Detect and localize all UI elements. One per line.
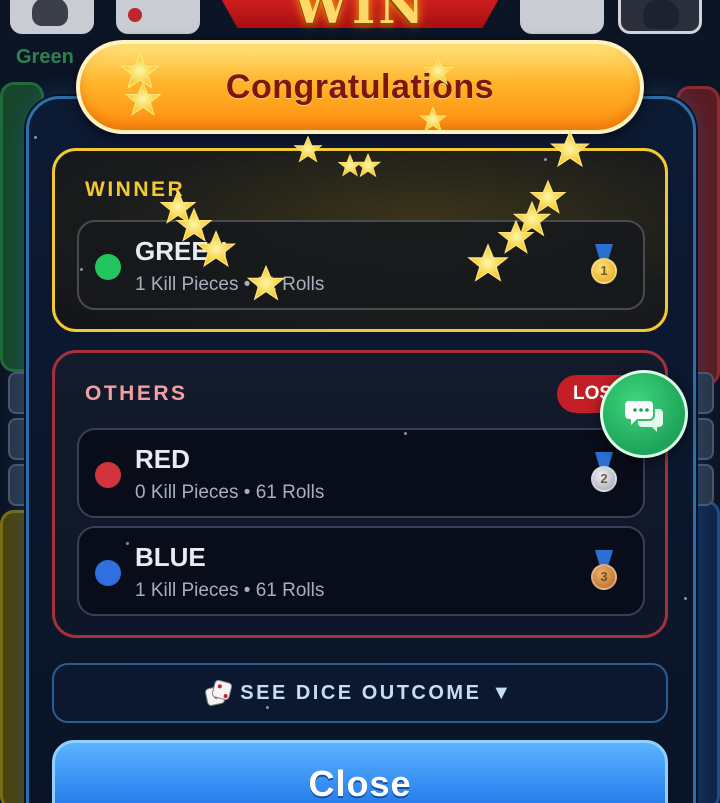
player-card-red-top xyxy=(116,0,200,34)
player-color-dot-red xyxy=(95,462,121,488)
player-avatar-top-right xyxy=(618,0,702,34)
player-color-dot-blue xyxy=(95,560,121,586)
others-section: OTHERS LOSE RED 0 Kill Pieces • 61 Rolls… xyxy=(52,350,668,638)
player-row-red: RED 0 Kill Pieces • 61 Rolls 2 xyxy=(77,428,645,518)
close-button[interactable]: Close xyxy=(52,740,668,803)
winner-row: GREEN 1 Kill Pieces • 61 Rolls 1 xyxy=(77,220,645,310)
dice-icon xyxy=(204,679,234,707)
sparkle xyxy=(126,542,129,545)
player-avatar-top-left xyxy=(10,0,94,34)
player-stats: 0 Kill Pieces • 61 Rolls xyxy=(135,482,325,503)
sparkle xyxy=(404,432,407,435)
close-button-label: Close xyxy=(308,763,412,803)
player-name: RED xyxy=(135,444,190,474)
bronze-medal-icon: 3 xyxy=(589,550,619,594)
player-row-blue: BLUE 1 Kill Pieces • 61 Rolls 3 xyxy=(77,526,645,616)
player-stats: 1 Kill Pieces • 61 Rolls xyxy=(135,274,325,295)
sparkle xyxy=(80,268,83,271)
see-dice-outcome-button[interactable]: SEE DICE OUTCOME ▼ xyxy=(52,663,668,723)
sparkle xyxy=(544,158,547,161)
sparkle xyxy=(684,597,687,600)
player-name: GREEN xyxy=(135,236,228,266)
chat-bubbles-icon xyxy=(625,401,663,432)
winner-section-label: WINNER xyxy=(85,178,186,201)
winner-section: WINNER GREEN 1 Kill Pieces • 61 Rolls 1 xyxy=(52,148,668,332)
chat-button[interactable] xyxy=(600,370,688,458)
sparkle xyxy=(34,136,37,139)
congratulations-header: Congratulations xyxy=(76,40,644,134)
player-stats: 1 Kill Pieces • 61 Rolls xyxy=(135,580,325,601)
player-name-label: Green xyxy=(16,46,74,68)
others-section-label: OTHERS xyxy=(85,382,188,405)
gold-medal-icon: 1 xyxy=(589,244,619,288)
sparkle xyxy=(266,706,269,709)
see-dice-outcome-label: SEE DICE OUTCOME xyxy=(240,681,482,704)
player-color-dot-green xyxy=(95,254,121,280)
player-card-right-top xyxy=(520,0,604,34)
silver-medal-icon: 2 xyxy=(589,452,619,496)
win-banner-text: WIN xyxy=(292,0,428,35)
congratulations-title: Congratulations xyxy=(225,67,495,106)
triangle-down-icon: ▼ xyxy=(491,681,514,704)
player-name: BLUE xyxy=(135,542,206,572)
